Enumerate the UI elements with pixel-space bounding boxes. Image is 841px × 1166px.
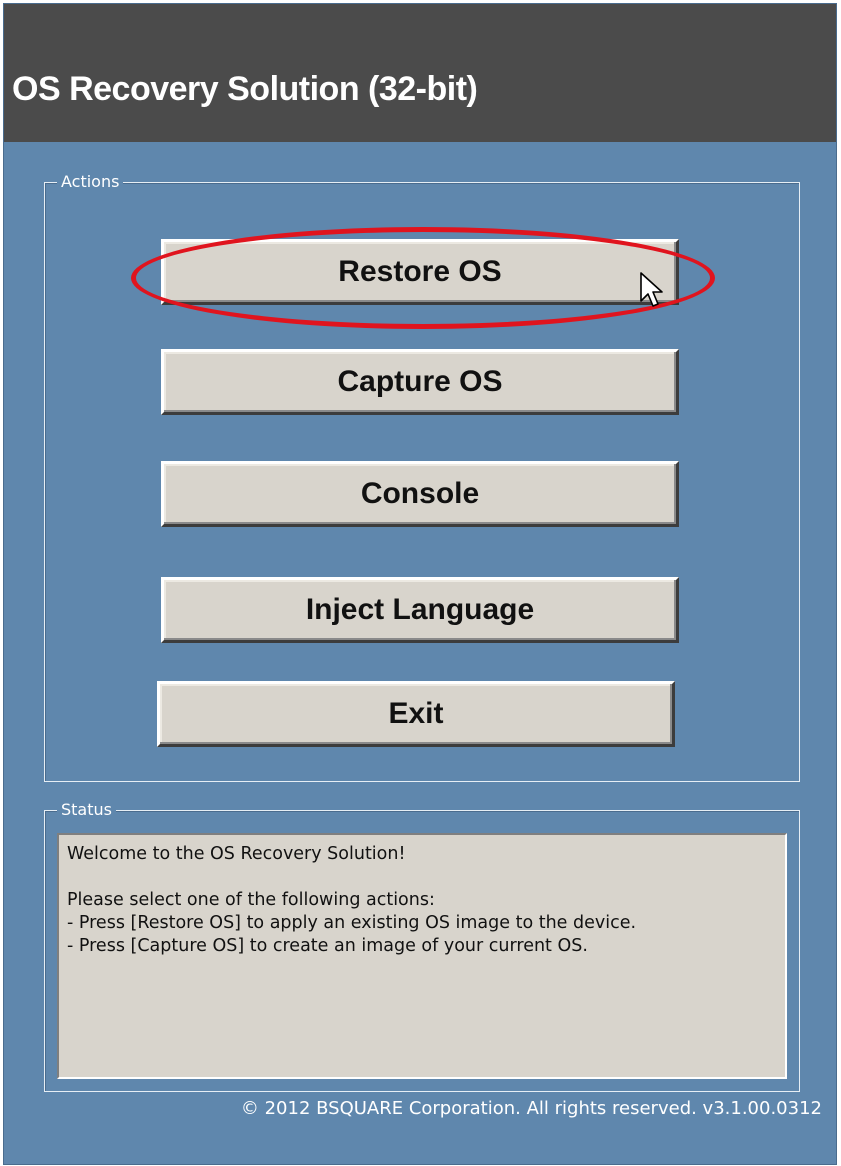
capture-os-button[interactable]: Capture OS (161, 349, 679, 415)
status-line (67, 866, 777, 889)
main-frame: OS Recovery Solution (32-bit) Actions Re… (3, 3, 837, 1165)
actions-group-label: Actions (57, 172, 124, 192)
title-bar: OS Recovery Solution (32-bit) (4, 4, 836, 142)
console-button[interactable]: Console (161, 461, 679, 527)
copyright-text: © 2012 BSQUARE Corporation. All rights r… (240, 1098, 822, 1119)
actions-group: Actions Restore OS Capture OS Console In… (44, 172, 800, 782)
restore-os-button[interactable]: Restore OS (161, 239, 679, 305)
status-group: Status Welcome to the OS Recovery Soluti… (44, 800, 800, 1092)
status-text-area[interactable]: Welcome to the OS Recovery Solution! Ple… (57, 833, 787, 1079)
window-title: OS Recovery Solution (32-bit) (12, 70, 478, 108)
status-line: Welcome to the OS Recovery Solution! (67, 844, 406, 864)
inject-language-button[interactable]: Inject Language (161, 577, 679, 643)
app-window: OS Recovery Solution (32-bit) Actions Re… (0, 0, 841, 1166)
status-line: - Press [Capture OS] to create an image … (67, 936, 588, 956)
status-line: - Press [Restore OS] to apply an existin… (67, 913, 637, 933)
exit-button[interactable]: Exit (157, 681, 675, 747)
status-line: Please select one of the following actio… (67, 890, 435, 910)
status-group-label: Status (57, 800, 116, 820)
